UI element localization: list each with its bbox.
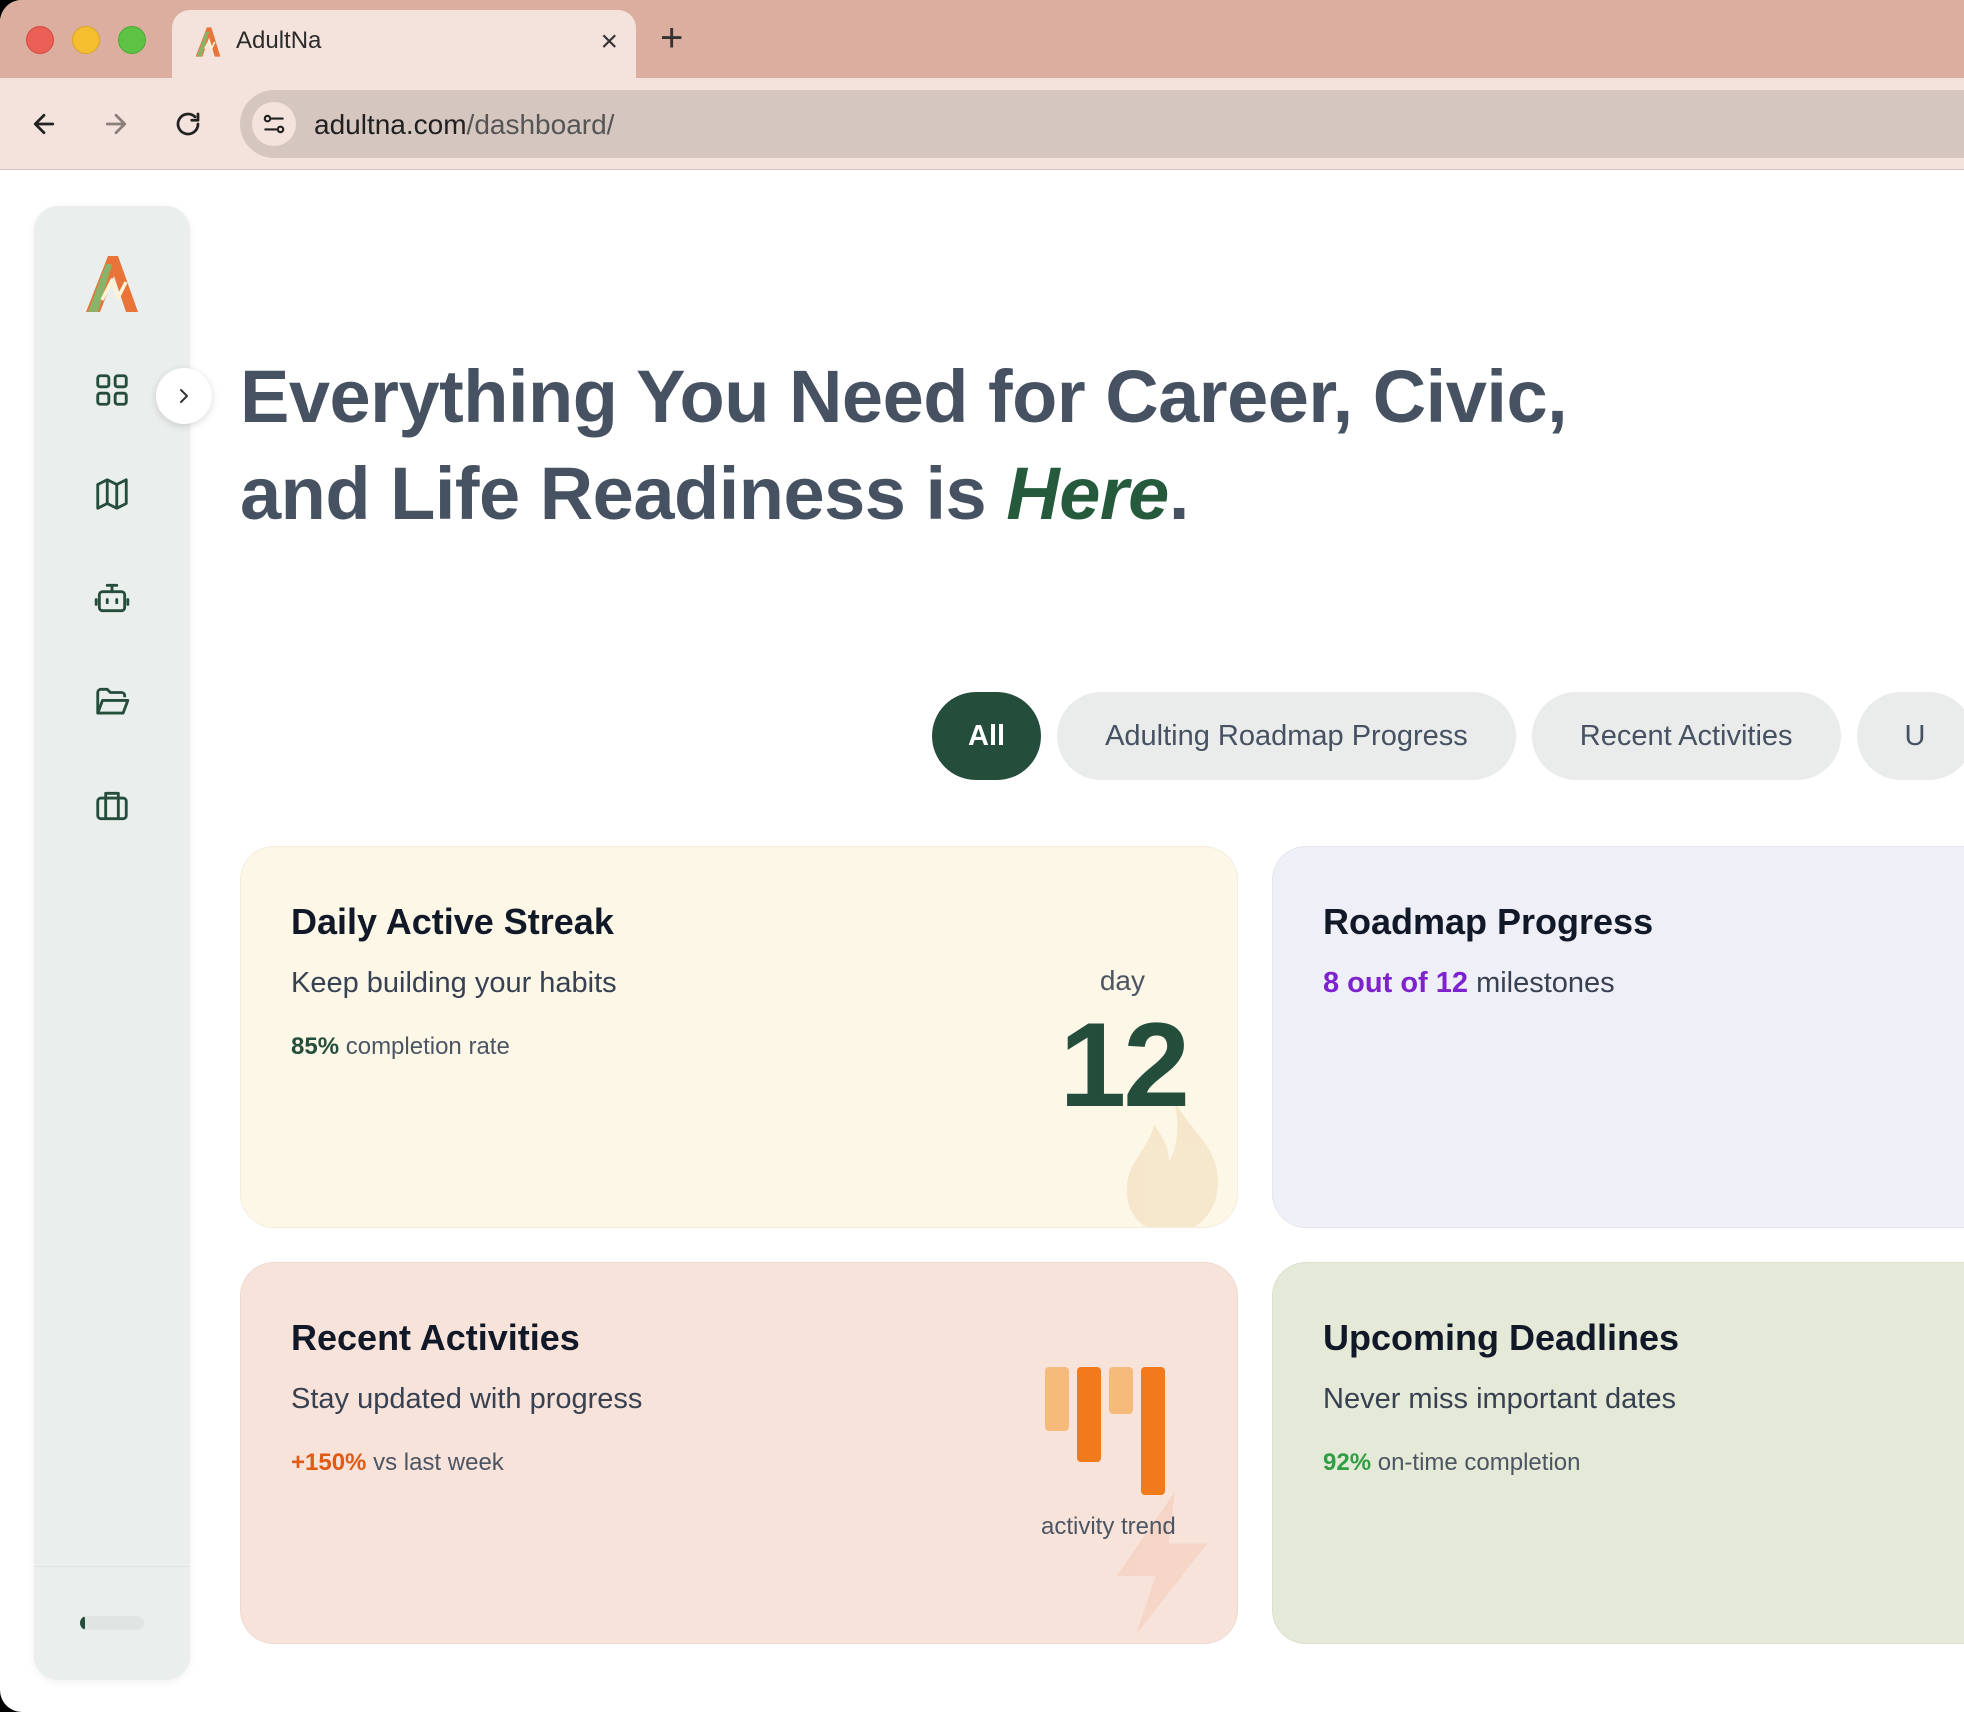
sidebar-item-documents[interactable]: [90, 680, 134, 724]
sidebar-divider: [34, 1566, 190, 1567]
activity-change-label: vs last week: [366, 1449, 504, 1476]
roadmap-card-stat: 8 out of 12 milestones: [1323, 967, 1615, 1000]
adultna-logo[interactable]: [80, 252, 144, 316]
sidebar-item-jobs[interactable]: [90, 784, 134, 828]
maximize-window-button[interactable]: [118, 26, 146, 54]
streak-card-stat: 85% completion rate: [291, 1033, 510, 1061]
page-title-line2-prefix: and Life Readiness is: [240, 452, 1007, 535]
filter-tabs: All Adulting Roadmap Progress Recent Act…: [932, 692, 1964, 780]
sidebar-progress-fill: [80, 1616, 86, 1630]
briefcase-icon: [96, 791, 128, 821]
activity-trend-bar: [1141, 1367, 1165, 1495]
site-settings-icon[interactable]: [252, 102, 296, 146]
chevron-right-icon: [180, 389, 188, 403]
arrow-right-icon: [105, 113, 127, 135]
filter-roadmap-progress[interactable]: Adulting Roadmap Progress: [1057, 692, 1516, 780]
page-title-accent: Here: [1006, 452, 1169, 535]
streak-completion-value: 85%: [291, 1033, 340, 1060]
page-title: Everything You Need for Career, Civic, a…: [240, 348, 1940, 542]
activity-trend-bar: [1109, 1367, 1133, 1414]
expand-sidebar-button[interactable]: [156, 368, 212, 424]
streak-card-subtitle: Keep building your habits: [291, 967, 617, 999]
page-title-line2-suffix: .: [1168, 452, 1190, 535]
activity-change-value: +150%: [291, 1449, 367, 1476]
filter-all[interactable]: All: [932, 692, 1042, 780]
browser-tab[interactable]: AdultNa ×: [172, 10, 636, 78]
activity-card[interactable]: Recent Activities Stay updated with prog…: [240, 1262, 1238, 1644]
back-button[interactable]: [20, 100, 68, 148]
close-window-button[interactable]: [26, 26, 54, 54]
arrow-left-icon: [33, 113, 55, 135]
streak-day-label: day: [1099, 965, 1145, 996]
reload-icon: [176, 112, 200, 136]
minimize-window-button[interactable]: [72, 26, 100, 54]
new-tab-icon[interactable]: +: [660, 14, 683, 62]
deadline-card-stat: 92% on-time completion: [1323, 1449, 1580, 1477]
filter-upcoming-deadlines[interactable]: U: [1856, 692, 1964, 780]
roadmap-milestone-count: 8 out of 12: [1323, 967, 1469, 999]
filter-recent-activities[interactable]: Recent Activities: [1531, 692, 1841, 780]
activity-card-subtitle: Stay updated with progress: [291, 1383, 643, 1415]
streak-card-title: Daily Active Streak: [291, 901, 614, 942]
activity-trend-label: activity trend: [1041, 1513, 1176, 1540]
folder-icon: [96, 687, 130, 715]
url-text: adultna.com/dashboard/: [314, 109, 614, 141]
lightning-icon: [1116, 1491, 1208, 1635]
adultna-logo-icon: [195, 27, 221, 57]
streak-day-value: 12: [1059, 998, 1190, 1132]
deadline-card-subtitle: Never miss important dates: [1323, 1383, 1676, 1415]
sidebar-item-roadmap[interactable]: [90, 472, 134, 516]
roadmap-milestone-label: milestones: [1468, 967, 1615, 999]
tab-title: AdultNa: [236, 27, 322, 54]
activity-trend-bar: [1077, 1367, 1101, 1462]
browser-window: AdultNa × + adultna.com/dashboard/ Every…: [0, 0, 1964, 1712]
address-bar[interactable]: adultna.com/dashboard/: [240, 90, 1964, 158]
sidebar-item-assistant[interactable]: [90, 576, 134, 620]
map-icon: [96, 478, 128, 510]
deadline-completion-value: 92%: [1323, 1449, 1372, 1476]
close-tab-icon[interactable]: ×: [600, 22, 618, 62]
grid-icon: [96, 374, 128, 406]
activity-trend-bar: [1045, 1367, 1069, 1431]
sidebar-item-dashboard[interactable]: [90, 368, 134, 412]
robot-icon: [94, 583, 130, 613]
deadline-card[interactable]: Upcoming Deadlines Never miss important …: [1272, 1262, 1964, 1644]
activity-trend-chart: [1041, 1367, 1181, 1497]
roadmap-card[interactable]: Roadmap Progress 8 out of 12 milestones: [1272, 846, 1964, 1228]
navigation-bar: adultna.com/dashboard/: [0, 78, 1964, 170]
sidebar-progress-bar: [80, 1616, 144, 1630]
activity-card-title: Recent Activities: [291, 1317, 580, 1358]
url-path: /dashboard/: [466, 109, 615, 140]
url-domain: adultna.com: [314, 109, 467, 140]
page-title-line1: Everything You Need for Career, Civic,: [240, 355, 1568, 438]
roadmap-card-title: Roadmap Progress: [1323, 901, 1654, 942]
streak-completion-label: completion rate: [339, 1033, 510, 1060]
deadline-card-title: Upcoming Deadlines: [1323, 1317, 1680, 1358]
reload-button[interactable]: [164, 100, 212, 148]
deadline-completion-label: on-time completion: [1371, 1449, 1581, 1476]
activity-card-stat: +150% vs last week: [291, 1449, 504, 1477]
tab-bar: AdultNa × +: [0, 0, 1964, 78]
forward-button[interactable]: [92, 100, 140, 148]
sidebar: [34, 206, 190, 1680]
streak-card[interactable]: Daily Active Streak Keep building your h…: [240, 846, 1238, 1228]
